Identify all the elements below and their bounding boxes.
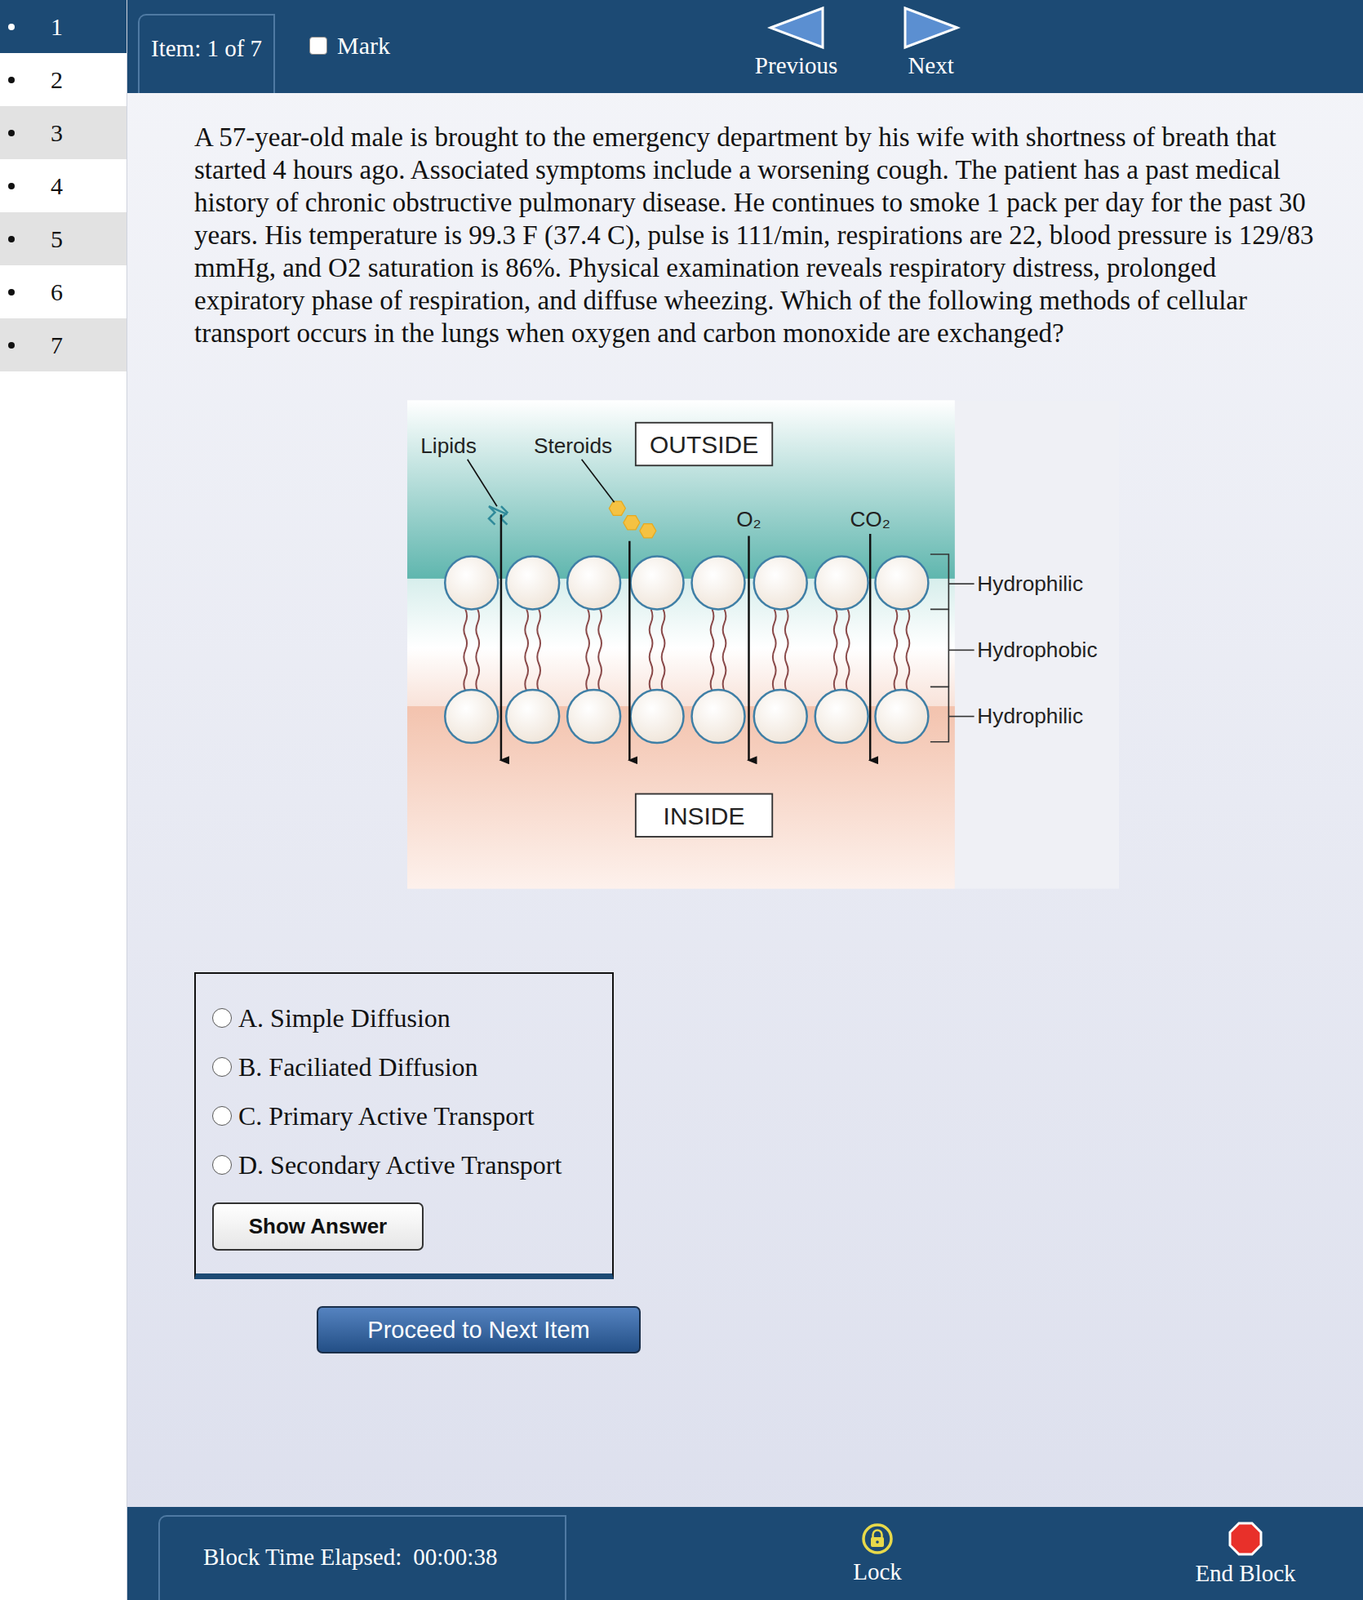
- radio-icon[interactable]: [212, 1056, 232, 1077]
- right-triangle-icon: [901, 4, 961, 51]
- stop-icon: [1227, 1520, 1264, 1557]
- membrane-diagram: Lipids Steroids O₂ CO₂ OUTSIDE INSIDE Hydrophi…: [407, 399, 1119, 889]
- radio-icon[interactable]: [212, 1105, 232, 1126]
- answer-box: A. Simple Diffusion B. Faciliated Diffus…: [194, 972, 614, 1279]
- end-block-button[interactable]: End Block: [1176, 1520, 1315, 1587]
- mark-checkbox[interactable]: Mark: [309, 31, 391, 60]
- lock-button[interactable]: Lock: [844, 1522, 911, 1585]
- sidebar: 1 2 3 4 5 6 7: [0, 0, 128, 1600]
- bullet-icon: [8, 235, 15, 243]
- bullet-icon: [8, 23, 15, 31]
- svg-text:CO₂: CO₂: [849, 506, 891, 532]
- svg-text:INSIDE: INSIDE: [663, 802, 746, 830]
- steroid-icon: [608, 501, 656, 538]
- header-bar: Item: 1 of 7 Mark Previous Next: [127, 0, 1363, 94]
- question-text: A 57-year-old male is brought to the eme…: [194, 120, 1331, 350]
- sidebar-item[interactable]: 7: [0, 318, 127, 372]
- radio-icon[interactable]: [212, 1007, 232, 1028]
- sidebar-item[interactable]: 5: [0, 212, 127, 266]
- next-button[interactable]: Next: [883, 0, 978, 94]
- checkbox-icon[interactable]: [309, 36, 328, 55]
- exam-app: 1 2 3 4 5 6 7 Item: 1 of 7 Mark Previous…: [0, 0, 1363, 1600]
- sidebar-item[interactable]: 3: [0, 106, 127, 160]
- footer-bar: Block Time Elapsed:00:00:38 Lock End Blo…: [127, 1506, 1363, 1600]
- left-triangle-icon: [767, 4, 826, 51]
- proceed-button[interactable]: Proceed to Next Item: [316, 1305, 641, 1354]
- bullet-icon: [8, 76, 15, 84]
- main-area: Item: 1 of 7 Mark Previous Next A 57-yea…: [127, 0, 1363, 1600]
- answer-option[interactable]: C. Primary Active Transport: [212, 1091, 598, 1141]
- answer-option[interactable]: B. Faciliated Diffusion: [212, 1042, 598, 1092]
- bullet-icon: [8, 341, 15, 349]
- previous-button[interactable]: Previous: [749, 0, 844, 94]
- radio-icon[interactable]: [212, 1154, 232, 1175]
- sidebar-item[interactable]: 1: [0, 0, 127, 54]
- bullet-icon: [8, 182, 15, 190]
- sidebar-item[interactable]: 6: [0, 265, 127, 319]
- sidebar-item[interactable]: 2: [0, 53, 127, 107]
- question-content: A 57-year-old male is brought to the eme…: [127, 93, 1363, 1507]
- answer-option[interactable]: D. Secondary Active Transport: [212, 1140, 598, 1190]
- svg-text:Hydrophobic: Hydrophobic: [976, 637, 1097, 662]
- sidebar-item[interactable]: 4: [0, 159, 127, 213]
- svg-text:O₂: O₂: [736, 506, 762, 532]
- svg-text:Hydrophilic: Hydrophilic: [976, 571, 1084, 596]
- lock-icon: [861, 1522, 894, 1555]
- svg-text:OUTSIDE: OUTSIDE: [649, 430, 759, 458]
- block-timer: Block Time Elapsed:00:00:38: [158, 1514, 567, 1600]
- bullet-icon: [8, 129, 15, 137]
- nav-buttons: Previous Next: [749, 0, 978, 94]
- show-answer-button[interactable]: Show Answer: [212, 1202, 424, 1251]
- lipid-icon: [488, 506, 507, 524]
- answer-option[interactable]: A. Simple Diffusion: [212, 993, 598, 1043]
- item-counter: Item: 1 of 7: [137, 13, 276, 94]
- svg-text:Lipids: Lipids: [420, 433, 477, 458]
- svg-text:Steroids: Steroids: [533, 433, 613, 458]
- svg-text:Hydrophilic: Hydrophilic: [976, 703, 1084, 729]
- bullet-icon: [8, 288, 15, 296]
